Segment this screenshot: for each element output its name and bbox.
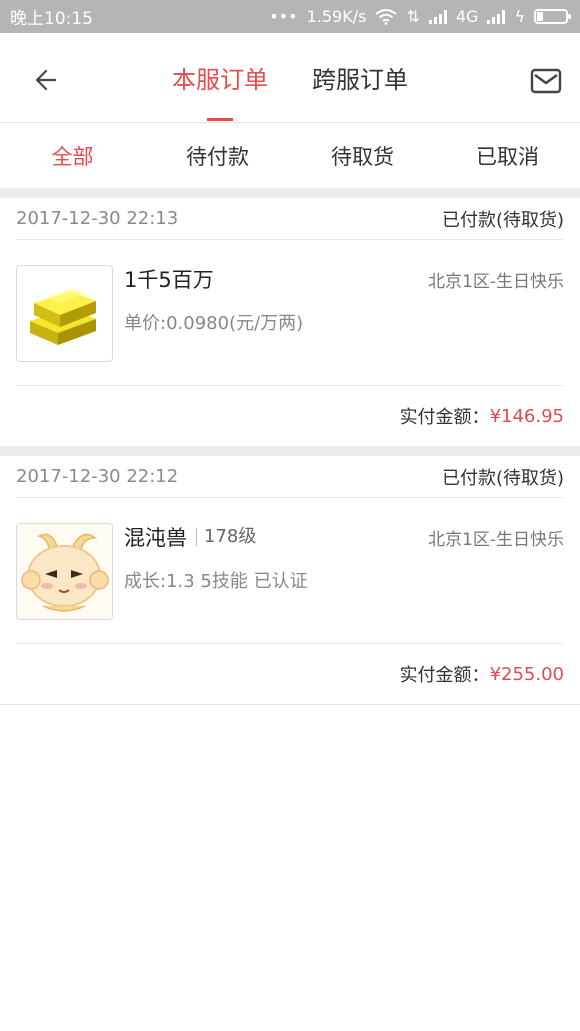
paid-amount: ¥255.00 xyxy=(489,663,564,685)
order-footer: 实付金额： ¥255.00 xyxy=(16,644,564,704)
signal-icon xyxy=(428,9,447,24)
item-detail: 成长:1.3 5技能 已认证 xyxy=(124,571,308,592)
item-detail: 单价:0.0980(元/万两) xyxy=(124,313,304,334)
item-info: 1千5百万 北京1区-生日快乐 单价:0.0980(元/万两) xyxy=(113,265,564,385)
item-title-row: 混沌兽 178级 北京1区-生日快乐 xyxy=(124,523,564,551)
nav-header: 本服订单 跨服订单 xyxy=(0,33,580,123)
order-header: 2017-12-30 22:12 已付款(待取货) xyxy=(16,456,564,498)
item-name: 混沌兽 xyxy=(124,526,187,550)
order-status: 已付款(待取货) xyxy=(441,209,564,231)
status-filter-tabs: 全部 待付款 待取货 已取消 xyxy=(0,123,580,189)
item-thumbnail xyxy=(16,265,113,362)
paid-label: 实付金额： xyxy=(399,665,490,686)
charging-icon: ϟ xyxy=(514,7,525,26)
signal-icon-2 xyxy=(487,9,506,24)
order-item[interactable]: 1千5百万 北京1区-生日快乐 单价:0.0980(元/万两) xyxy=(16,240,564,386)
battery-icon xyxy=(534,9,571,24)
filter-pending-pickup[interactable]: 待取货 xyxy=(290,141,435,171)
tab-local-orders[interactable]: 本服订单 xyxy=(172,33,268,123)
network-type: 4G xyxy=(455,7,479,26)
item-level: 178级 xyxy=(196,528,256,546)
order-card: 2017-12-30 22:13 已付款(待取货) 1千5百万 北京1区-生日快… xyxy=(0,198,580,446)
order-type-tabs: 本服订单 跨服订单 xyxy=(172,33,408,123)
status-time: 晚上10:15 xyxy=(10,9,93,29)
status-bar: 晚上10:15 ••• 1.59K/s ⇅ 4G ϟ xyxy=(0,0,580,33)
order-header: 2017-12-30 22:13 已付款(待取货) xyxy=(16,198,564,240)
section-divider xyxy=(0,189,580,198)
paid-amount: ¥146.95 xyxy=(489,405,564,427)
item-title-row: 1千5百万 北京1区-生日快乐 xyxy=(124,265,564,293)
tab-cross-server-orders[interactable]: 跨服订单 xyxy=(312,33,408,123)
order-footer: 实付金额： ¥146.95 xyxy=(16,386,564,446)
gold-bars-icon xyxy=(29,287,96,345)
item-server: 北京1区-生日快乐 xyxy=(428,271,564,292)
order-date: 2017-12-30 22:13 xyxy=(16,208,179,229)
data-transfer-icon: ⇅ xyxy=(406,7,420,26)
order-status: 已付款(待取货) xyxy=(441,467,564,489)
wifi-icon xyxy=(375,8,398,25)
item-name-wrap: 混沌兽 178级 xyxy=(124,522,256,552)
item-server: 北京1区-生日快乐 xyxy=(428,529,564,550)
section-divider xyxy=(0,446,580,456)
order-date: 2017-12-30 22:12 xyxy=(16,466,179,487)
paid-label: 实付金额： xyxy=(399,407,490,428)
back-button[interactable] xyxy=(28,63,62,97)
filter-cancelled[interactable]: 已取消 xyxy=(435,141,580,171)
order-card: 2017-12-30 22:12 已付款(待取货) 混沌兽 178级 北京1区-… xyxy=(0,456,580,705)
back-arrow-icon xyxy=(35,69,56,91)
order-item[interactable]: 混沌兽 178级 北京1区-生日快乐 成长:1.3 5技能 已认证 xyxy=(16,498,564,644)
filter-all[interactable]: 全部 xyxy=(0,141,145,171)
mail-icon xyxy=(530,68,562,94)
mail-button[interactable] xyxy=(528,63,564,99)
net-speed: 1.59K/s xyxy=(306,7,367,26)
dots-icon: ••• xyxy=(269,7,298,26)
item-info: 混沌兽 178级 北京1区-生日快乐 成长:1.3 5技能 已认证 xyxy=(113,523,564,643)
pet-creature-icon xyxy=(17,524,112,619)
item-name: 1千5百万 xyxy=(124,268,214,292)
status-indicators: ••• 1.59K/s ⇅ 4G ϟ xyxy=(269,7,571,26)
item-thumbnail xyxy=(16,523,113,620)
filter-pending-payment[interactable]: 待付款 xyxy=(145,141,290,171)
